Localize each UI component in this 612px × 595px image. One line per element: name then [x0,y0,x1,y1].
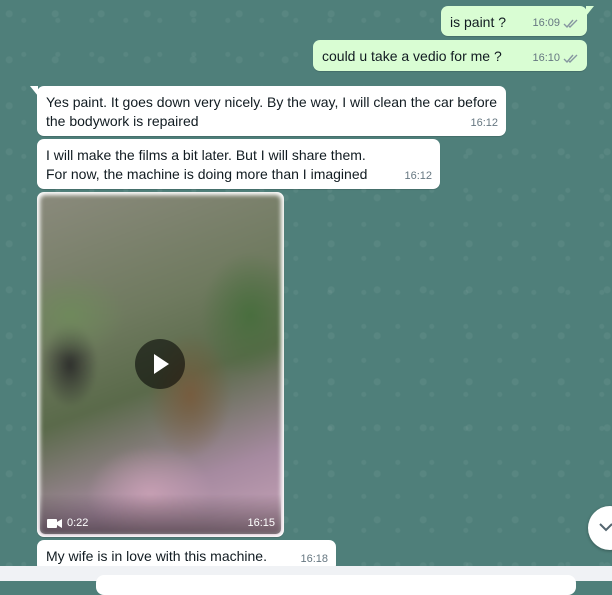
play-icon[interactable] [135,339,185,389]
message-text: My wife is in love with this machine. [46,548,267,564]
message-time: 16:15 [247,517,275,529]
message-meta: 16:10 [532,49,579,68]
message-text: is paint ? [450,14,507,30]
message-time: 16:12 [470,117,498,129]
message-input[interactable] [96,575,576,595]
message-incoming[interactable]: I will make the films a bit later. But I… [37,139,440,189]
bubble-tail [586,6,594,16]
message-text: could u take a vedio for me ? [322,48,502,64]
message-meta: 16:12 [470,114,498,133]
message-time: 16:09 [532,17,560,29]
message-time: 16:12 [404,170,432,182]
video-duration: 0:22 [47,517,88,529]
message-text: Yes paint. It goes down very nicely. By … [46,94,498,129]
message-meta: 16:12 [404,167,432,186]
video-camera-icon [47,518,62,528]
double-check-icon [563,19,578,29]
message-video[interactable]: 0:22 16:15 [37,192,284,537]
message-meta: 16:09 [532,14,579,33]
message-time: 16:10 [532,52,560,64]
composer-bar [0,566,612,595]
video-duration-text: 0:22 [67,517,89,529]
bubble-tail [30,86,38,96]
message-outgoing[interactable]: is paint ? 16:09 [441,6,594,36]
message-outgoing[interactable]: could u take a vedio for me ? 16:10 [313,40,587,71]
message-incoming[interactable]: Yes paint. It goes down very nicely. By … [30,86,506,136]
chevron-down-icon [599,523,612,532]
double-check-icon [563,54,578,64]
message-text: I will make the films a bit later. But I… [46,147,368,182]
